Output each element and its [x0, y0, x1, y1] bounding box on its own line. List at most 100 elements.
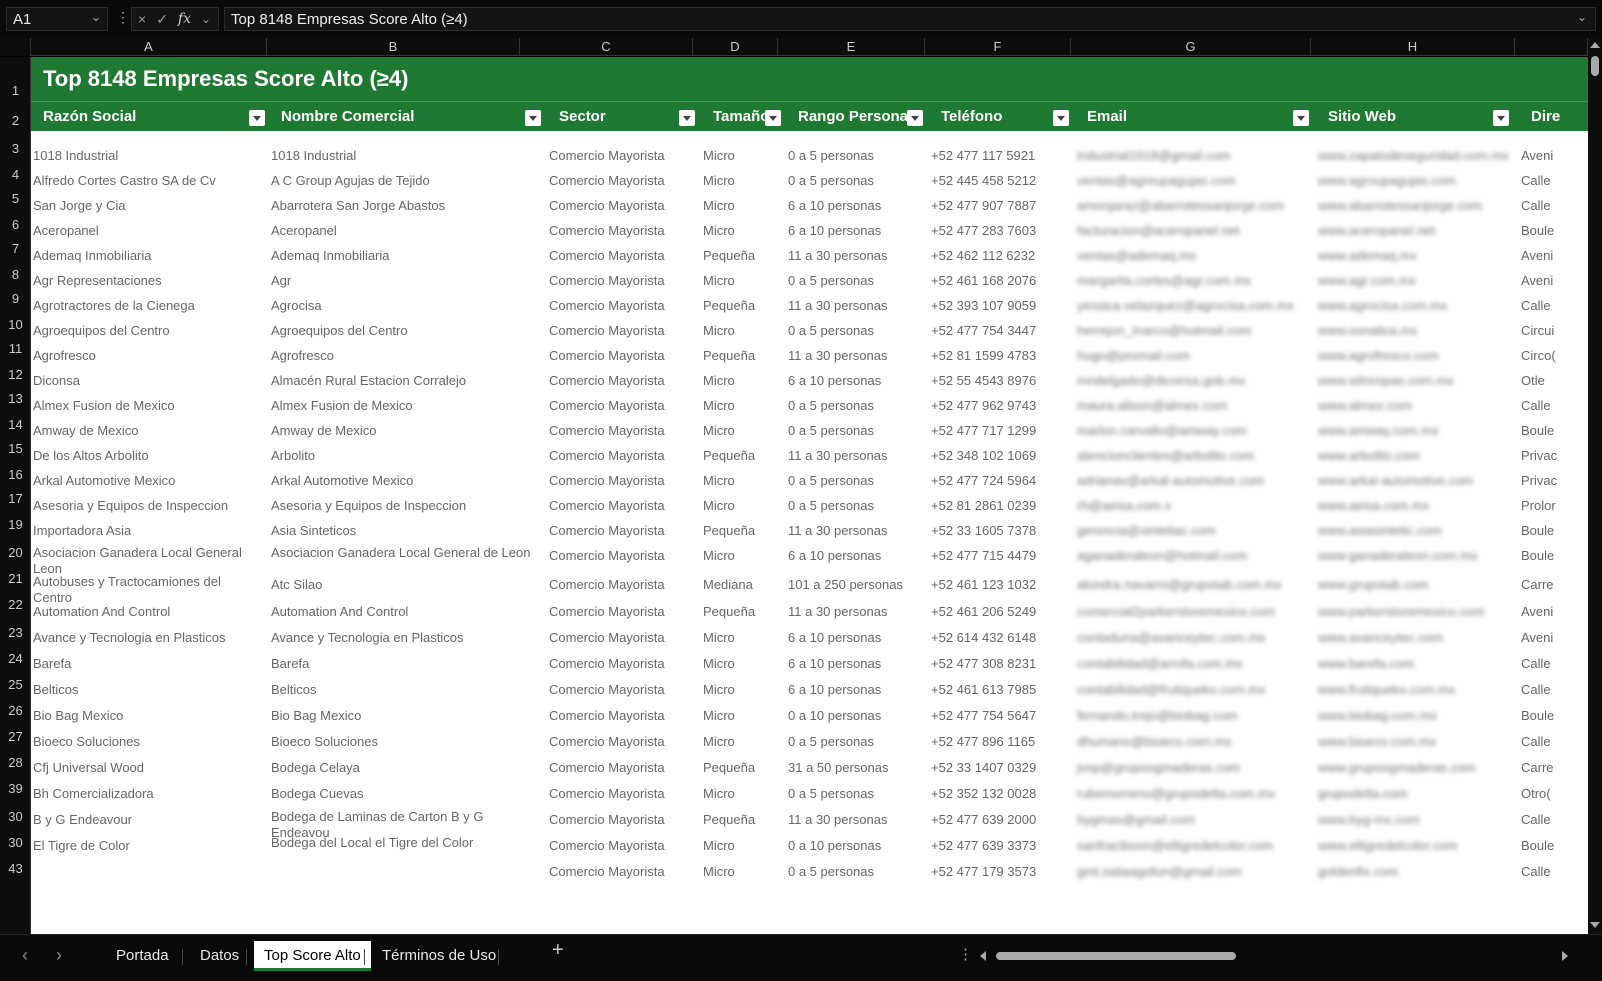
table-cell[interactable]: Agroequipos del Centro — [269, 322, 539, 340]
table-cell[interactable]: Privac — [1519, 447, 1588, 465]
table-cell[interactable]: Boule — [1519, 837, 1588, 855]
table-cell[interactable]: Calle — [1519, 681, 1588, 699]
table-cell[interactable]: www.bioeco.com.mx — [1316, 733, 1516, 751]
table-cell[interactable]: 11 a 30 personas — [786, 247, 926, 265]
table-cell[interactable]: +52 348 102 1069 — [929, 447, 1069, 465]
table-cell[interactable]: +52 477 962 9743 — [929, 397, 1069, 415]
table-cell[interactable]: Automation And Control — [269, 603, 539, 621]
table-cell[interactable]: San Jorge y Cia — [31, 197, 263, 215]
row-number[interactable]: 1 — [0, 83, 30, 98]
table-cell[interactable]: 6 a 10 personas — [786, 655, 926, 673]
table-cell[interactable]: Comercio Mayorista — [547, 629, 697, 647]
table-cell[interactable]: Micro — [701, 629, 781, 647]
column-header-next[interactable] — [1515, 38, 1588, 56]
table-cell[interactable]: Micro — [701, 655, 781, 673]
filter-dropdown-icon[interactable] — [1053, 110, 1069, 126]
table-cell[interactable]: marlon.carvallo@amway.com — [1075, 422, 1311, 440]
table-cell[interactable]: Comercio Mayorista — [547, 247, 697, 265]
table-cell[interactable]: Asociacion Ganadera Local General Leon — [31, 545, 263, 577]
table-cell[interactable]: Agrotractores de la Cienega — [31, 297, 263, 315]
table-cell[interactable]: Carre — [1519, 759, 1588, 777]
table-cell[interactable]: Calle — [1519, 397, 1588, 415]
table-cell[interactable]: +52 81 2861 0239 — [929, 497, 1069, 515]
table-cell[interactable]: Micro — [701, 322, 781, 340]
table-cell[interactable]: Comercio Mayorista — [547, 811, 697, 829]
table-cell[interactable]: +52 477 639 3373 — [929, 837, 1069, 855]
table-cell[interactable]: Comercio Mayorista — [547, 222, 697, 240]
table-cell[interactable]: Arkal Automotive Mexico — [269, 472, 539, 490]
column-header-f[interactable]: F — [925, 38, 1071, 56]
row-number[interactable]: 21 — [0, 571, 30, 586]
table-cell[interactable]: Boule — [1519, 707, 1588, 725]
row-number[interactable]: 22 — [0, 597, 30, 612]
row-number[interactable]: 8 — [0, 267, 30, 282]
table-cell[interactable]: +52 477 117 5921 — [929, 147, 1069, 165]
table-cell[interactable]: Bh Comercializadora — [31, 785, 263, 803]
table-cell[interactable]: 11 a 30 personas — [786, 447, 926, 465]
table-cell[interactable]: www.eltigredelcolor.com — [1316, 837, 1516, 855]
table-cell[interactable]: +52 477 907 7887 — [929, 197, 1069, 215]
row-number[interactable]: 13 — [0, 391, 30, 406]
table-cell[interactable]: Comercio Mayorista — [547, 422, 697, 440]
table-cell[interactable]: +52 81 1599 4783 — [929, 347, 1069, 365]
table-cell[interactable]: 6 a 10 personas — [786, 197, 926, 215]
row-number[interactable]: 43 — [0, 861, 30, 876]
table-cell[interactable]: www.barefa.com — [1316, 655, 1516, 673]
table-cell[interactable]: Micro — [701, 197, 781, 215]
table-cell[interactable]: Automation And Control — [31, 603, 263, 621]
table-cell[interactable]: Comercio Mayorista — [547, 603, 697, 621]
table-cell[interactable]: Bioeco Soluciones — [31, 733, 263, 751]
table-cell[interactable]: contabilidad@arrofa.com.mx — [1075, 655, 1311, 673]
table-cell[interactable]: 11 a 30 personas — [786, 522, 926, 540]
filter-dropdown-icon[interactable] — [1293, 110, 1309, 126]
row-number[interactable]: 17 — [0, 491, 30, 506]
table-cell[interactable]: Micro — [701, 222, 781, 240]
table-cell[interactable]: Comercio Mayorista — [547, 785, 697, 803]
table-cell[interactable]: www.zapatodeseguridad.com.mx — [1316, 147, 1516, 165]
table-cell[interactable]: Comercio Mayorista — [547, 297, 697, 315]
table-cell[interactable]: hugo@promail.com — [1075, 347, 1311, 365]
table-cell[interactable]: Calle — [1519, 172, 1588, 190]
horizontal-scroll-thumb[interactable] — [996, 952, 1236, 960]
table-cell[interactable]: B y G Endeavour — [31, 811, 263, 829]
table-cell[interactable]: Comercio Mayorista — [547, 497, 697, 515]
table-cell[interactable]: 0 a 5 personas — [786, 497, 926, 515]
chevron-left-icon[interactable]: ‹ — [22, 945, 28, 966]
table-cell[interactable]: +52 477 717 1299 — [929, 422, 1069, 440]
table-cell[interactable]: comercial2parkerstoremexico.com — [1075, 603, 1311, 621]
filter-dropdown-icon[interactable] — [679, 110, 695, 126]
filter-dropdown-icon[interactable] — [907, 110, 923, 126]
table-cell[interactable]: Belticos — [31, 681, 263, 699]
vertical-scrollbar[interactable] — [1588, 38, 1602, 934]
row-number[interactable]: 39 — [0, 781, 30, 796]
table-cell[interactable]: Comercio Mayorista — [547, 347, 697, 365]
table-cell[interactable]: +52 477 639 2000 — [929, 811, 1069, 829]
table-cell[interactable]: Comercio Mayorista — [547, 681, 697, 699]
table-cell[interactable]: Asociacion Ganadera Local General de Leo… — [269, 545, 539, 561]
table-cell[interactable]: www.agroupagujas.com — [1316, 172, 1516, 190]
row-number[interactable]: 27 — [0, 729, 30, 744]
table-cell[interactable]: Agr Representaciones — [31, 272, 263, 290]
sheet-grid[interactable]: Top 8148 Empresas Score Alto (≥4) Razón … — [31, 57, 1588, 934]
table-cell[interactable]: Amway de Mexico — [31, 422, 263, 440]
table-cell[interactable]: Atc Silao — [269, 576, 539, 594]
row-number[interactable]: 9 — [0, 291, 30, 306]
table-cell[interactable]: Comercio Mayorista — [547, 547, 697, 565]
tab-portada[interactable]: Portada — [106, 941, 179, 971]
table-cell[interactable]: De los Altos Arbolito — [31, 447, 263, 465]
table-cell[interactable]: grupodelta.com — [1316, 785, 1516, 803]
table-cell[interactable]: +52 33 1605 7378 — [929, 522, 1069, 540]
table-cell[interactable]: www.aeisa.com.mx — [1316, 497, 1516, 515]
table-cell[interactable]: Comercio Mayorista — [547, 733, 697, 751]
table-cell[interactable]: aganaderaleon@hotmail.com — [1075, 547, 1311, 565]
table-cell[interactable]: 0 a 5 personas — [786, 472, 926, 490]
table-cell[interactable]: +52 55 4543 8976 — [929, 372, 1069, 390]
table-cell[interactable]: 11 a 30 personas — [786, 297, 926, 315]
table-cell[interactable]: margarita.cortes@agr.com.mx — [1075, 272, 1311, 290]
table-cell[interactable]: Micro — [701, 172, 781, 190]
tab-datos[interactable]: Datos — [190, 941, 249, 971]
table-cell[interactable]: Calle — [1519, 733, 1588, 751]
column-header-h[interactable]: H — [1311, 38, 1515, 56]
table-cell[interactable]: Cfj Universal Wood — [31, 759, 263, 777]
table-cell[interactable]: Agrofresco — [31, 347, 263, 365]
